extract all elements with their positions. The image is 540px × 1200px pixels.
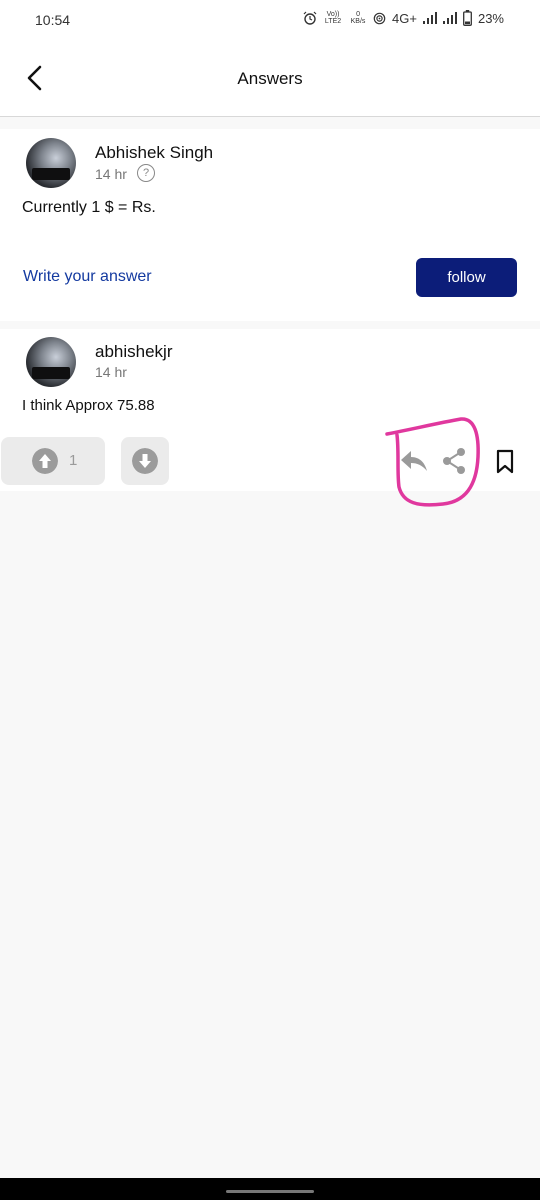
network-type: 4G+ [392,10,417,26]
question-card: Abhishek Singh 14 hr ? Currently 1 $ = R… [0,129,540,321]
hotspot-icon [373,12,386,24]
answer-author-name[interactable]: abhishekjr [95,342,173,362]
question-author-name[interactable]: Abhishek Singh [95,143,213,163]
home-handle[interactable] [226,1190,314,1193]
downvote-button[interactable] [121,437,169,485]
status-icons: Vo)) LTE2 0 KB/s 4G+ 23% [303,10,504,26]
write-answer-link[interactable]: Write your answer [23,268,152,286]
downvote-icon [132,448,158,474]
answer-author-avatar[interactable] [26,337,76,387]
battery-icon [463,10,472,26]
upvote-button[interactable]: 1 [1,437,105,485]
signal-icon-1 [422,12,437,24]
question-author-avatar[interactable] [26,138,76,188]
status-time: 10:54 [35,12,71,28]
help-icon[interactable]: ? [137,164,155,182]
upvote-count: 1 [69,452,78,469]
network-speed-unit: KB/s [350,18,366,25]
answer-card: abhishekjr 14 hr I think Approx 75.88 1 [0,329,540,491]
upvote-icon [32,448,58,474]
share-icon[interactable] [441,447,467,475]
network-speed-value: 0 [356,11,360,18]
follow-button[interactable]: follow [416,258,517,297]
question-time: 14 hr [95,166,127,182]
answer-time: 14 hr [95,364,127,380]
battery-percent: 23% [477,10,504,26]
app-bar: Answers [0,40,540,117]
answer-text: I think Approx 75.88 [22,397,155,414]
bookmark-icon[interactable] [495,449,515,475]
network-speed: 0 KB/s [349,11,367,25]
reply-icon[interactable] [399,448,429,474]
system-nav-bar [0,1178,540,1200]
status-bar: 10:54 Vo)) LTE2 0 KB/s 4G+ 23% [0,0,540,40]
page-title: Answers [237,69,303,88]
question-text: Currently 1 $ = Rs. [22,199,156,216]
alarm-icon [303,11,317,25]
signal-icon-2 [442,12,457,24]
volte-indicator: Vo)) LTE2 [324,11,342,25]
